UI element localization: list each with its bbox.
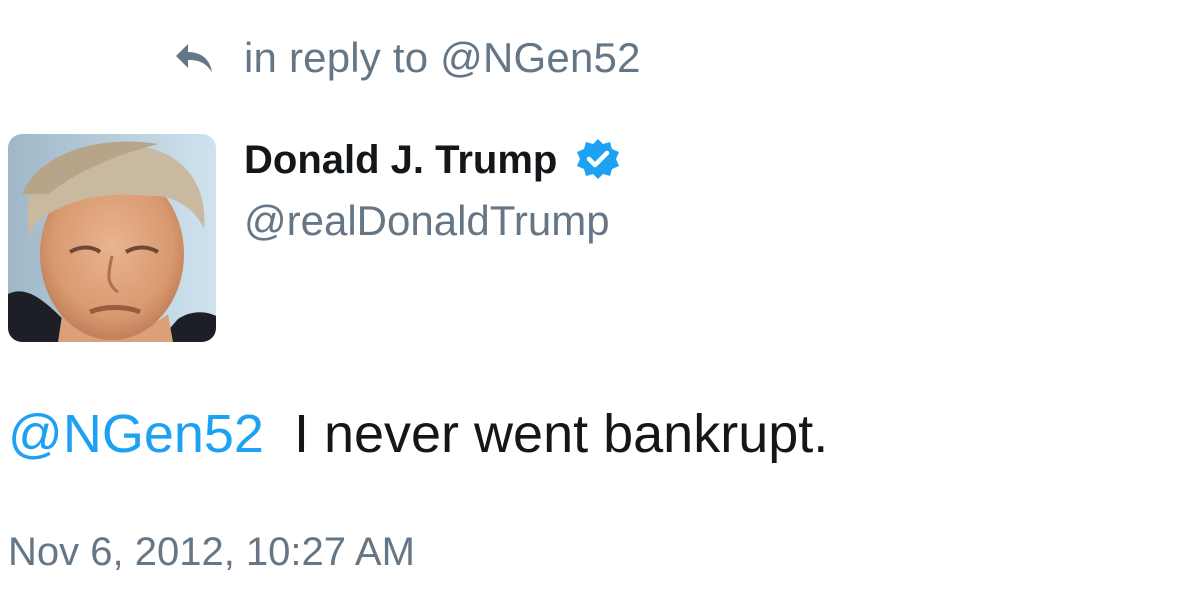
author-handle[interactable]: @realDonaldTrump	[244, 190, 610, 252]
reply-arrow-icon	[172, 40, 216, 76]
verified-badge-icon	[575, 137, 621, 183]
tweet-text: @NGen52 I never went bankrupt.	[8, 398, 828, 470]
mention-link[interactable]: @NGen52	[8, 403, 264, 465]
reply-context-text: in reply to @NGen52	[244, 34, 641, 81]
tweet-body: I never went bankrupt.	[293, 404, 829, 464]
reply-context[interactable]: in reply to @NGen52	[172, 30, 641, 86]
avatar[interactable]	[8, 134, 216, 342]
author-display-name[interactable]: Donald J. Trump	[244, 130, 621, 190]
tweet-timestamp[interactable]: Nov 6, 2012, 10:27 AM	[8, 522, 415, 582]
display-name-text: Donald J. Trump	[244, 137, 558, 182]
tweet-detail: in reply to @NGen52 Donald J. Trump @rea…	[0, 0, 1200, 608]
